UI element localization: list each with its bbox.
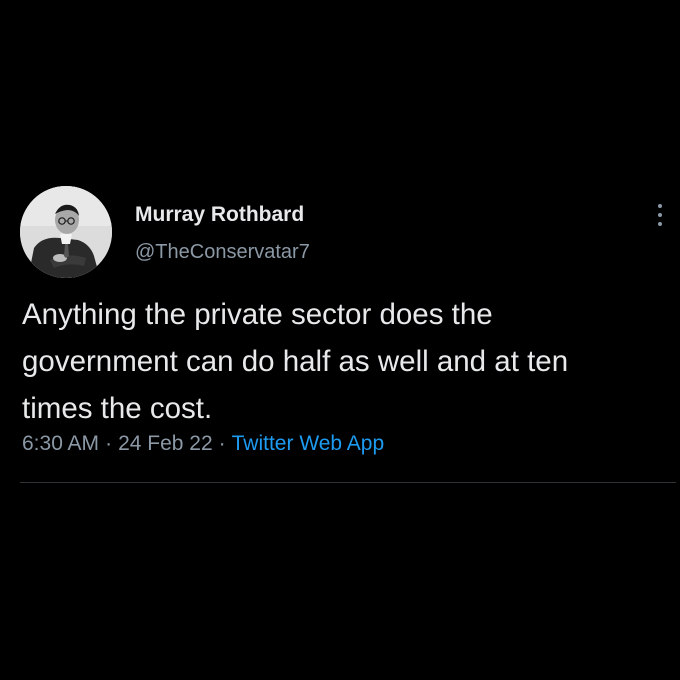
metadata-separator: · <box>105 432 113 455</box>
divider <box>20 482 676 483</box>
tweet-text: Anything the private sector does the gov… <box>22 298 569 425</box>
tweet-date[interactable]: 24 Feb 22 <box>118 432 213 455</box>
more-options-vertical-dots-icon <box>658 204 662 226</box>
author-display-name[interactable]: Murray Rothbard <box>135 203 304 227</box>
author-handle[interactable]: @TheConservatar7 <box>135 241 310 264</box>
tweet-card: Murray Rothbard @TheConservatar7 Anythin… <box>0 0 680 680</box>
profile-photo-icon <box>20 186 112 278</box>
tweet-source-link[interactable]: Twitter Web App <box>232 432 385 455</box>
more-options-button[interactable] <box>648 200 672 230</box>
tweet-time[interactable]: 6:30 AM <box>22 432 99 455</box>
tweet-metadata: 6:30 AM · 24 Feb 22 · Twitter Web App <box>22 432 384 456</box>
metadata-separator: · <box>218 432 226 455</box>
avatar[interactable] <box>20 186 112 278</box>
